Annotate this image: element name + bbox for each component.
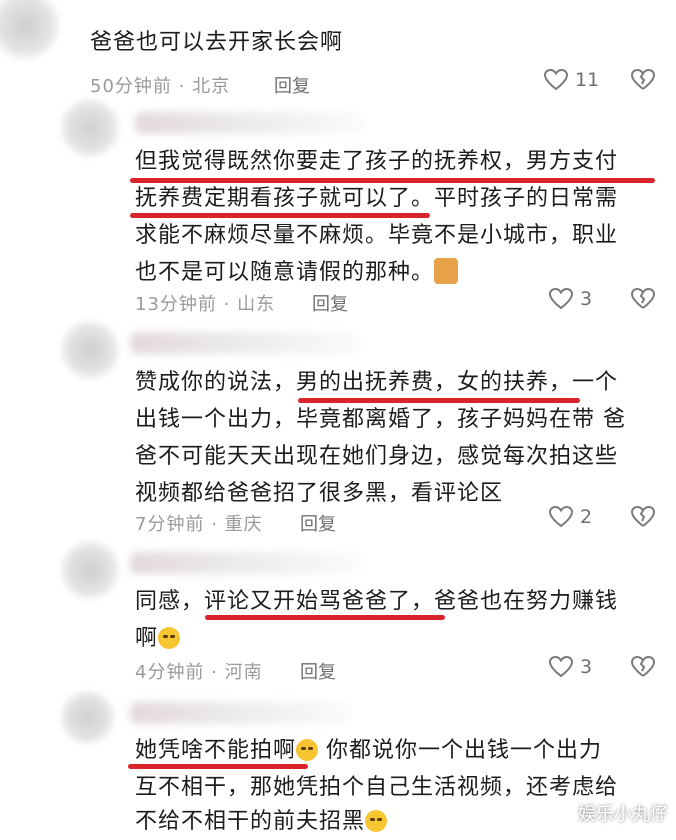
comment-text: 赞成你的说法，男的出抚养费，女的扶养，一个 xyxy=(135,370,619,395)
reply-button[interactable]: 回复 xyxy=(300,658,336,684)
comment-text: 啊 xyxy=(135,620,181,657)
comment-text: 也不是可以随意请假的那种。 xyxy=(135,254,459,291)
avatar-blurred xyxy=(60,98,120,158)
comment-text: 互不相干，那她凭拍个自己生活视频，还考虑给 xyxy=(135,775,619,800)
username-blurred xyxy=(130,552,360,574)
laughing-emoji-icon xyxy=(296,739,319,761)
comment-text: 不给不相干的前夫招黑 xyxy=(135,803,388,840)
username-blurred xyxy=(130,332,360,354)
comment-text: 求能不麻烦尽量不麻烦。毕竟不是小城市，职业 xyxy=(135,223,619,248)
comment-meta: 50分钟前 · 北京 xyxy=(90,76,231,97)
reply-button[interactable]: 回复 xyxy=(312,290,348,316)
watermark: 娱乐小丸仔 xyxy=(578,804,668,825)
comment-text: 但我觉得既然你要走了孩子的抚养权，男方支付 xyxy=(135,149,619,174)
heart-icon xyxy=(548,287,574,310)
highlight-underline xyxy=(205,615,445,620)
reply-button[interactable]: 回复 xyxy=(300,510,336,536)
dislike-broken-heart-icon[interactable] xyxy=(630,287,656,311)
heart-icon xyxy=(548,505,574,528)
like-button[interactable]: 2 xyxy=(548,505,592,529)
like-button[interactable]: 11 xyxy=(543,68,599,92)
like-count: 2 xyxy=(580,506,593,528)
comment-meta: 13分钟前 · 山东 xyxy=(135,294,276,315)
cat-emoji-icon xyxy=(434,258,459,284)
dislike-broken-heart-icon[interactable] xyxy=(630,68,656,92)
avatar-blurred xyxy=(0,0,60,60)
dislike-broken-heart-icon[interactable] xyxy=(630,505,656,529)
comment-meta: 4分钟前 · 河南 xyxy=(135,662,263,683)
avatar-blurred xyxy=(60,320,120,380)
reply-button[interactable]: 回复 xyxy=(274,72,310,98)
comment-text: 爸爸也可以去开家长会啊 xyxy=(90,30,344,55)
like-button[interactable]: 3 xyxy=(548,655,592,679)
heart-icon xyxy=(548,655,574,678)
like-button[interactable]: 3 xyxy=(548,287,592,311)
like-count: 11 xyxy=(575,69,600,91)
avatar-blurred xyxy=(60,690,115,745)
username-blurred xyxy=(135,112,365,134)
heart-icon xyxy=(543,68,569,91)
comment-text: 爸不可能天天出现在她们身边，感觉每次拍这些 xyxy=(135,444,619,469)
comment-text: 视频都给爸爸招了很多黑，看评论区 xyxy=(135,481,504,506)
avatar-blurred xyxy=(60,540,120,600)
dislike-broken-heart-icon[interactable] xyxy=(630,655,656,679)
comment-text: 抚养费定期看孩子就可以了。平时孩子的日常需 xyxy=(135,186,619,211)
username-blurred xyxy=(130,702,350,724)
crying-laughing-emoji-icon xyxy=(365,810,388,832)
comment-text: 出钱一个出力，毕竟都离婚了，孩子妈妈在带 爸 xyxy=(135,407,626,432)
comment-meta: 7分钟前 · 重庆 xyxy=(135,514,263,535)
like-count: 3 xyxy=(580,288,593,310)
like-count: 3 xyxy=(580,656,593,678)
laughing-emoji-icon xyxy=(158,627,181,649)
